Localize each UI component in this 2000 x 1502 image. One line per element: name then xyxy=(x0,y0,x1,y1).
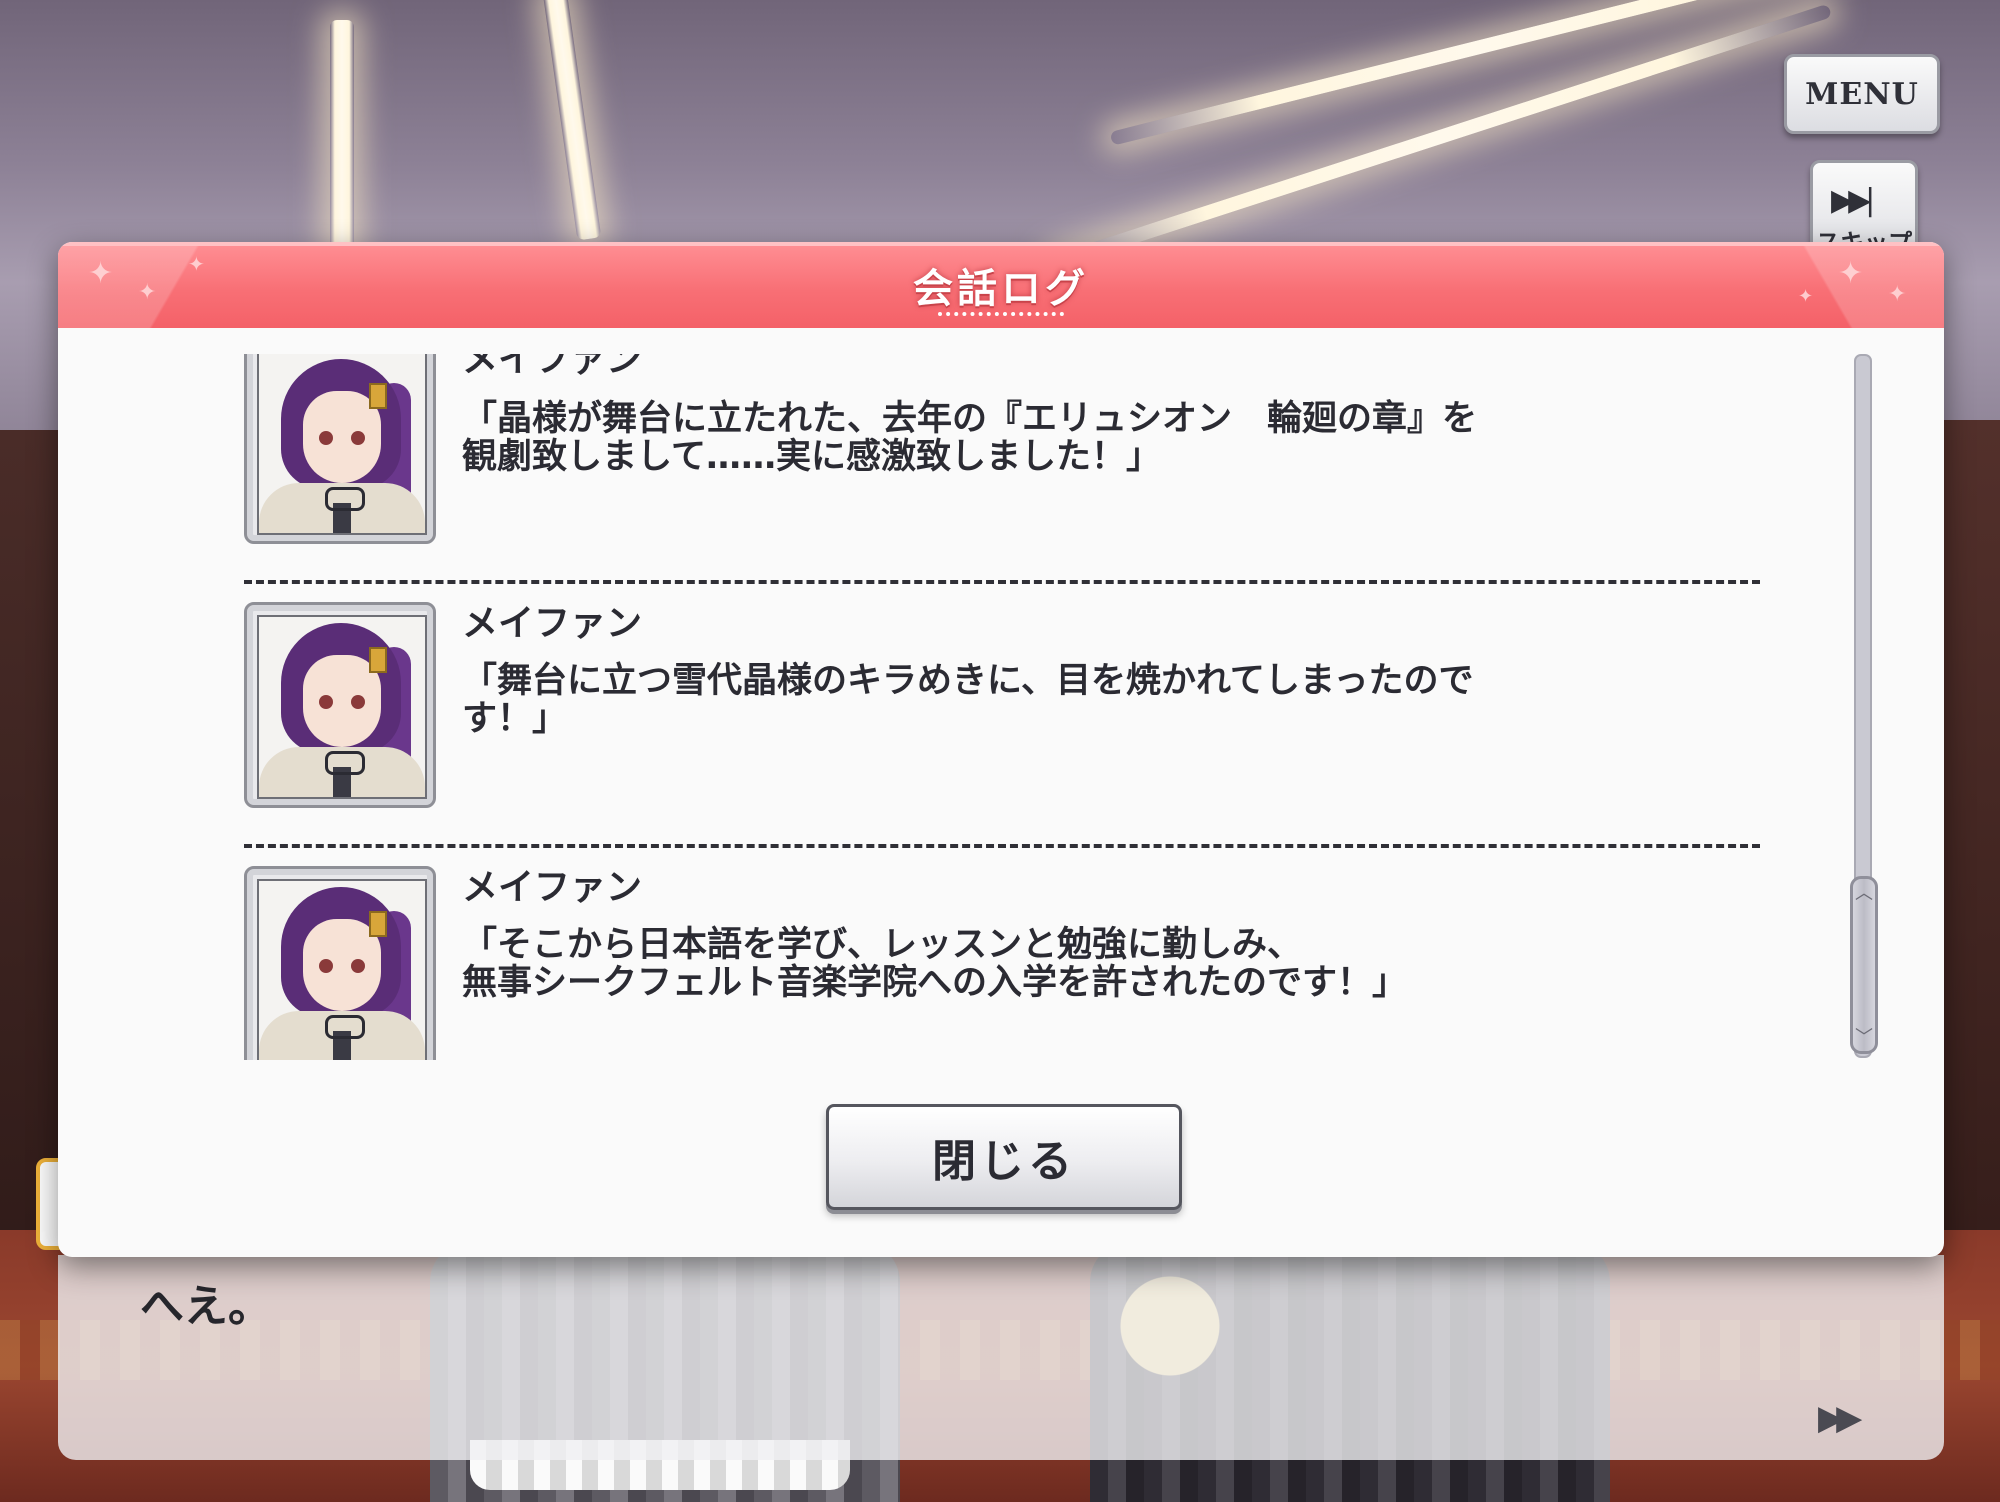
portrait-frame xyxy=(257,879,427,1060)
portrait-eye xyxy=(319,959,333,973)
speaker-name: メイファン xyxy=(462,867,643,908)
chevron-down-icon: ﹀ xyxy=(1855,1027,1873,1048)
ceiling-light xyxy=(330,20,354,250)
speaker-name: メイファン xyxy=(462,603,643,644)
log-list[interactable]: メイファン 「晶様が舞台に立たれた、去年の『エリュシオン 輪廻の章』を 観劇致し… xyxy=(58,354,1818,1060)
title-underline xyxy=(938,312,1064,316)
log-entry: メイファン 「晶様が舞台に立たれた、去年の『エリュシオン 輪廻の章』を 観劇致し… xyxy=(244,354,1764,603)
portrait-hairclip xyxy=(369,647,387,673)
portrait-hairclip xyxy=(369,383,387,409)
dialogue-text: へえ。 xyxy=(140,1281,272,1332)
entry-separator xyxy=(244,580,1760,584)
entry-separator xyxy=(244,844,1760,848)
scrollbar-thumb[interactable]: ︿ ﹀ xyxy=(1850,876,1878,1054)
portrait-eye xyxy=(319,695,333,709)
portrait-ribbon xyxy=(325,487,365,511)
dialogue-line: 観劇致しまして……実に感激致しました！」 xyxy=(462,437,1161,477)
dialogue-box[interactable] xyxy=(58,1255,1944,1460)
portrait-eye xyxy=(351,959,365,973)
speaker-portrait xyxy=(244,602,436,808)
conversation-log-modal: ✦ ✦ ✦ ✦ ✦ ✦ 会話ログ メイファン 「晶様が舞台に立たれた、去年の『エ… xyxy=(58,242,1944,1257)
dialogue-line: 「舞台に立つ雪代晶様のキラめきに、目を焼かれてしまったので xyxy=(462,661,1474,701)
menu-button[interactable]: MENU xyxy=(1784,54,1940,134)
portrait-ribbon xyxy=(325,751,365,775)
portrait-eye xyxy=(351,695,365,709)
log-entry: メイファン 「舞台に立つ雪代晶様のキラめきに、目を焼かれてしまったので す！」 xyxy=(244,602,1764,867)
portrait-eye xyxy=(319,431,333,445)
log-entry: メイファン 「そこから日本語を学び、レッスンと勉強に勤しみ、 無事シークフェルト… xyxy=(244,866,1764,1060)
dialogue-line: 無事シークフェルト音楽学院への入学を許されたのです！」 xyxy=(462,963,1408,1003)
dialogue-line: す！」 xyxy=(462,699,568,739)
speaker-portrait xyxy=(244,866,436,1060)
portrait-ribbon xyxy=(325,1015,365,1039)
modal-header: ✦ ✦ ✦ ✦ ✦ ✦ 会話ログ xyxy=(58,242,1944,328)
fast-forward-icon[interactable]: ▶▶ xyxy=(1818,1398,1862,1438)
modal-title: 会話ログ xyxy=(913,266,1089,312)
portrait-frame xyxy=(257,354,427,535)
close-button[interactable]: 閉じる xyxy=(826,1104,1182,1210)
portrait-eye xyxy=(351,431,365,445)
portrait-frame xyxy=(257,615,427,799)
speaker-portrait xyxy=(244,354,436,544)
chevron-up-icon: ︿ xyxy=(1855,883,1873,904)
portrait-hairclip xyxy=(369,911,387,937)
skip-forward-icon: ▶▶| xyxy=(1831,183,1875,218)
speaker-name: メイファン xyxy=(462,354,643,380)
